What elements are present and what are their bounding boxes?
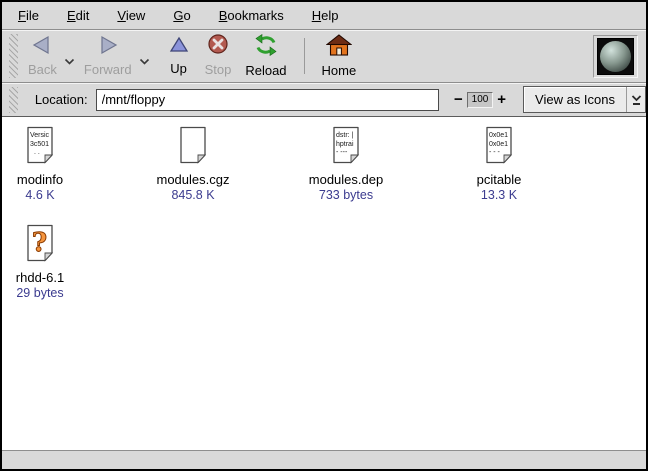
- menu-go[interactable]: Go: [159, 3, 204, 28]
- text-document-icon: dstr: | hptrai - ---: [331, 126, 361, 169]
- file-item-modules-cgz[interactable]: modules.cgz 845.8 K: [155, 126, 231, 202]
- menu-bookmarks[interactable]: Bookmarks: [205, 3, 298, 28]
- zoom-in-button[interactable]: +: [493, 91, 510, 108]
- plain-document-icon: [178, 126, 208, 169]
- file-name: modules.dep: [309, 172, 383, 187]
- menu-bar: File Edit View Go Bookmarks Help: [2, 2, 646, 30]
- file-manager-window: File Edit View Go Bookmarks Help Back Fo…: [0, 0, 648, 471]
- reload-icon: [254, 34, 278, 61]
- location-input[interactable]: [96, 89, 439, 111]
- back-button-label: Back: [28, 62, 57, 77]
- forward-arrow-icon: [95, 35, 121, 60]
- toolbar-grip-handle[interactable]: [9, 34, 18, 78]
- file-size: 4.6 K: [25, 188, 54, 202]
- toolbar: Back Forward Up: [2, 30, 646, 83]
- svg-text:. .: . .: [34, 149, 40, 156]
- text-document-icon: Versic 3c501 . .: [25, 126, 55, 169]
- forward-button[interactable]: Forward: [77, 32, 139, 81]
- file-name: rhdd-6.1: [16, 270, 64, 285]
- forward-button-label: Forward: [84, 62, 132, 77]
- unknown-document-icon: ?: [25, 224, 55, 267]
- svg-text:- ---: - ---: [336, 149, 348, 156]
- file-size: 845.8 K: [171, 188, 214, 202]
- back-arrow-icon: [29, 35, 55, 60]
- view-mode-label: View as Icons: [524, 87, 626, 112]
- menu-file[interactable]: File: [4, 3, 53, 28]
- back-history-dropdown-icon[interactable]: [64, 52, 75, 70]
- text-document-icon: 0x0e1 0x0e1 - - -: [484, 126, 514, 169]
- throbber: [597, 38, 634, 75]
- svg-text:3c501: 3c501: [30, 141, 49, 148]
- file-icon-view: Versic 3c501 . . modinfo 4.6 K modules.c…: [2, 117, 646, 450]
- file-size: 29 bytes: [16, 286, 63, 300]
- zoom-out-button[interactable]: −: [450, 91, 467, 108]
- file-item-rhdd[interactable]: ? rhdd-6.1 29 bytes: [2, 224, 78, 300]
- reload-button[interactable]: Reload: [238, 31, 293, 82]
- svg-text:Versic: Versic: [30, 132, 50, 139]
- chevron-down-icon: [626, 87, 645, 112]
- menu-view[interactable]: View: [103, 3, 159, 28]
- svg-text:dstr: |: dstr: |: [336, 132, 354, 139]
- menu-help[interactable]: Help: [298, 3, 353, 28]
- menu-edit[interactable]: Edit: [53, 3, 103, 28]
- file-size: 13.3 K: [481, 188, 517, 202]
- throbber-frame: [593, 35, 638, 78]
- svg-text:?: ?: [32, 228, 47, 258]
- file-item-modules-dep[interactable]: dstr: | hptrai - --- modules.dep 733 byt…: [308, 126, 384, 202]
- svg-text:0x0e1: 0x0e1: [489, 141, 508, 148]
- location-label: Location:: [35, 92, 88, 107]
- up-button-label: Up: [170, 61, 187, 76]
- svg-text:0x0e1: 0x0e1: [489, 132, 508, 139]
- file-name: pcitable: [477, 172, 522, 187]
- reload-button-label: Reload: [245, 63, 286, 78]
- toolbar-separator: [304, 38, 305, 74]
- file-size: 733 bytes: [319, 188, 373, 202]
- svg-text:hptrai: hptrai: [336, 141, 354, 148]
- stop-button[interactable]: Stop: [198, 31, 239, 81]
- stop-button-label: Stop: [205, 62, 232, 77]
- location-bar-grip-handle[interactable]: [9, 87, 18, 113]
- home-button[interactable]: Home: [315, 31, 364, 82]
- file-item-pcitable[interactable]: 0x0e1 0x0e1 - - - pcitable 13.3 K: [461, 126, 537, 202]
- home-icon: [326, 34, 352, 61]
- zoom-level-indicator[interactable]: 100: [467, 92, 494, 108]
- forward-history-dropdown-icon[interactable]: [139, 52, 150, 70]
- home-button-label: Home: [322, 63, 357, 78]
- file-name: modinfo: [17, 172, 63, 187]
- up-button[interactable]: Up: [160, 32, 198, 80]
- location-bar: Location: − 100 + View as Icons: [2, 83, 646, 117]
- status-bar: [2, 450, 646, 469]
- svg-text:- - -: - - -: [489, 149, 501, 156]
- file-name: modules.cgz: [157, 172, 230, 187]
- up-arrow-icon: [168, 35, 190, 59]
- stop-icon: [207, 34, 229, 60]
- view-mode-dropdown[interactable]: View as Icons: [523, 86, 646, 113]
- back-button[interactable]: Back: [21, 32, 64, 81]
- file-item-modinfo[interactable]: Versic 3c501 . . modinfo 4.6 K: [2, 126, 78, 202]
- throbber-sphere-icon: [600, 41, 631, 72]
